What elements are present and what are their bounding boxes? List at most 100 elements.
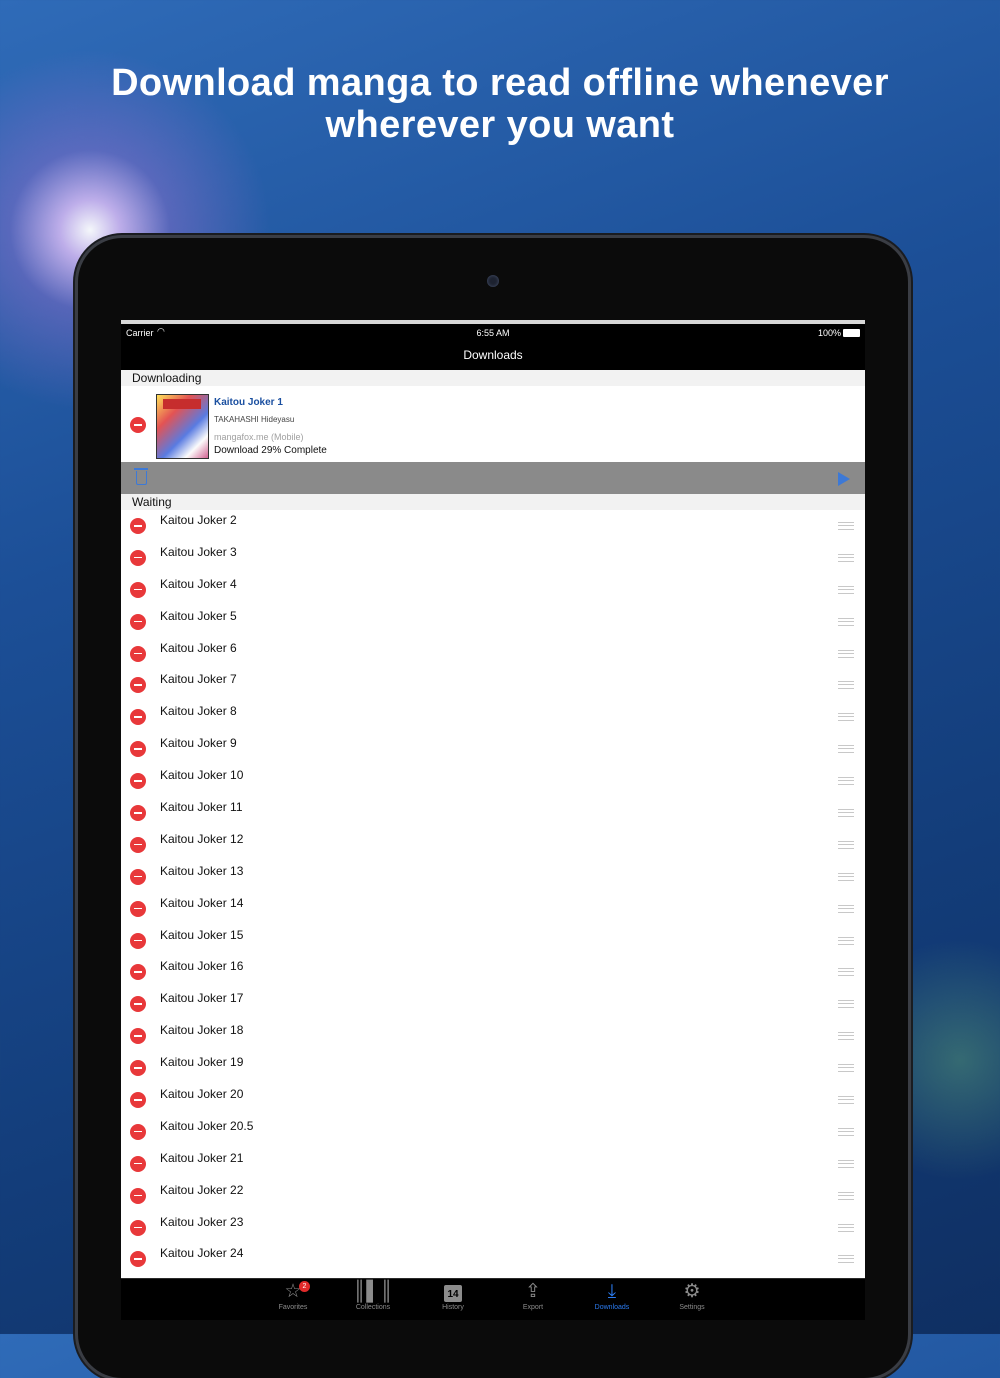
list-item[interactable]: Kaitou Joker 16 xyxy=(121,956,865,988)
page-title: Downloads xyxy=(463,348,523,362)
delete-button[interactable] xyxy=(130,613,146,630)
play-icon[interactable] xyxy=(838,472,850,486)
list-item[interactable]: Kaitou Joker 8 xyxy=(121,701,865,733)
list-item[interactable]: Kaitou Joker 6 xyxy=(121,638,865,670)
list-item-label: Kaitou Joker 22 xyxy=(160,1182,244,1197)
delete-button[interactable] xyxy=(130,1155,146,1172)
waiting-list: Kaitou Joker 2 Kaitou Joker 3 Kaitou Joker… xyxy=(121,510,865,1275)
delete-button[interactable] xyxy=(130,1028,146,1045)
reorder-grip-icon[interactable] xyxy=(838,936,854,945)
delete-button[interactable] xyxy=(130,549,146,566)
tab-settings[interactable]: ⚙ Settings xyxy=(657,1281,727,1311)
download-progress-text: Download 29% Complete xyxy=(214,445,327,456)
delete-button[interactable] xyxy=(130,677,146,694)
list-item-label: Kaitou Joker 6 xyxy=(160,640,237,655)
delete-button[interactable] xyxy=(130,741,146,758)
star-icon: ☆ xyxy=(284,1281,302,1302)
delete-button[interactable] xyxy=(130,932,146,949)
list-item[interactable]: Kaitou Joker 13 xyxy=(121,861,865,893)
reorder-grip-icon[interactable] xyxy=(838,872,854,881)
reorder-grip-icon[interactable] xyxy=(838,649,854,658)
tab-export[interactable]: ⇪ Export xyxy=(498,1281,568,1311)
list-item[interactable]: Kaitou Joker 14 xyxy=(121,893,865,925)
tablet-frame: Carrier ◠ 6:55 AM 100% Downloads Downloa… xyxy=(78,238,908,1378)
reorder-grip-icon[interactable] xyxy=(838,1159,854,1168)
reorder-grip-icon[interactable] xyxy=(838,1064,854,1073)
trash-icon[interactable] xyxy=(134,468,148,485)
list-item[interactable]: Kaitou Joker 4 xyxy=(121,574,865,606)
reorder-grip-icon[interactable] xyxy=(838,585,854,594)
list-item[interactable]: Kaitou Joker 12 xyxy=(121,829,865,861)
list-item[interactable]: Kaitou Joker 7 xyxy=(121,669,865,701)
reorder-grip-icon[interactable] xyxy=(838,1000,854,1009)
list-item[interactable]: Kaitou Joker 17 xyxy=(121,988,865,1020)
list-item[interactable]: Kaitou Joker 10 xyxy=(121,765,865,797)
list-item[interactable]: Kaitou Joker 18 xyxy=(121,1020,865,1052)
delete-button[interactable] xyxy=(130,581,146,598)
reorder-grip-icon[interactable] xyxy=(838,1096,854,1105)
delete-button[interactable] xyxy=(130,417,146,433)
list-item[interactable]: Kaitou Joker 15 xyxy=(121,925,865,957)
delete-button[interactable] xyxy=(130,709,146,726)
reorder-grip-icon[interactable] xyxy=(838,745,854,754)
downloading-source: mangafox.me (Mobile) xyxy=(214,432,304,442)
tab-history[interactable]: 14 History xyxy=(418,1281,488,1311)
delete-button[interactable] xyxy=(130,1123,146,1140)
list-item-label: Kaitou Joker 13 xyxy=(160,863,244,878)
reorder-grip-icon[interactable] xyxy=(838,904,854,913)
tab-collections-label: Collections xyxy=(355,1304,391,1311)
delete-button[interactable] xyxy=(130,1060,146,1077)
list-item[interactable]: Kaitou Joker 20.5 xyxy=(121,1116,865,1148)
list-item[interactable]: Kaitou Joker 19 xyxy=(121,1052,865,1084)
list-item[interactable]: Kaitou Joker 11 xyxy=(121,797,865,829)
list-item[interactable]: Kaitou Joker 24 xyxy=(121,1243,865,1275)
delete-button[interactable] xyxy=(130,1251,146,1268)
reorder-grip-icon[interactable] xyxy=(838,681,854,690)
tab-history-label: History xyxy=(442,1304,464,1311)
reorder-grip-icon[interactable] xyxy=(838,840,854,849)
reorder-grip-icon[interactable] xyxy=(838,1255,854,1264)
reorder-grip-icon[interactable] xyxy=(838,809,854,818)
delete-button[interactable] xyxy=(130,1092,146,1109)
list-item[interactable]: Kaitou Joker 9 xyxy=(121,733,865,765)
delete-button[interactable] xyxy=(130,645,146,662)
list-item[interactable]: Kaitou Joker 3 xyxy=(121,542,865,574)
tab-favorites[interactable]: ☆ 2 Favorites xyxy=(258,1281,328,1311)
reorder-grip-icon[interactable] xyxy=(838,1191,854,1200)
delete-button[interactable] xyxy=(130,518,146,534)
reorder-grip-icon[interactable] xyxy=(838,1032,854,1041)
delete-button[interactable] xyxy=(130,868,146,885)
tab-bar: ☆ 2 Favorites ║▌║ Collections 14 History… xyxy=(121,1278,865,1320)
delete-button[interactable] xyxy=(130,836,146,853)
reorder-grip-icon[interactable] xyxy=(838,777,854,786)
delete-button[interactable] xyxy=(130,900,146,917)
list-item-label: Kaitou Joker 4 xyxy=(160,576,237,591)
list-item[interactable]: Kaitou Joker 22 xyxy=(121,1180,865,1212)
list-item-label: Kaitou Joker 3 xyxy=(160,544,237,559)
list-item[interactable]: Kaitou Joker 2 xyxy=(121,510,865,542)
list-item[interactable]: Kaitou Joker 21 xyxy=(121,1148,865,1180)
tab-favorites-label: Favorites xyxy=(278,1304,308,1311)
reorder-grip-icon[interactable] xyxy=(838,1223,854,1232)
list-item[interactable]: Kaitou Joker 20 xyxy=(121,1084,865,1116)
list-item-label: Kaitou Joker 5 xyxy=(160,608,237,623)
reorder-grip-icon[interactable] xyxy=(838,1127,854,1136)
tab-downloads[interactable]: ⤓ Downloads xyxy=(577,1281,647,1311)
reorder-grip-icon[interactable] xyxy=(838,617,854,626)
delete-button[interactable] xyxy=(130,996,146,1013)
list-item[interactable]: Kaitou Joker 23 xyxy=(121,1212,865,1244)
reorder-grip-icon[interactable] xyxy=(838,553,854,562)
downloading-title[interactable]: Kaitou Joker 1 xyxy=(214,397,283,408)
delete-button[interactable] xyxy=(130,1219,146,1236)
delete-button[interactable] xyxy=(130,1187,146,1204)
delete-button[interactable] xyxy=(130,773,146,790)
delete-button[interactable] xyxy=(130,805,146,822)
downloading-item[interactable]: Kaitou Joker 1 TAKAHASHI Hideyasu mangaf… xyxy=(121,386,865,462)
delete-button[interactable] xyxy=(130,964,146,981)
waiting-section-header: Waiting xyxy=(121,494,865,510)
list-item[interactable]: Kaitou Joker 5 xyxy=(121,606,865,638)
tab-collections[interactable]: ║▌║ Collections xyxy=(338,1281,408,1311)
reorder-grip-icon[interactable] xyxy=(838,522,854,530)
reorder-grip-icon[interactable] xyxy=(838,968,854,977)
reorder-grip-icon[interactable] xyxy=(838,713,854,722)
